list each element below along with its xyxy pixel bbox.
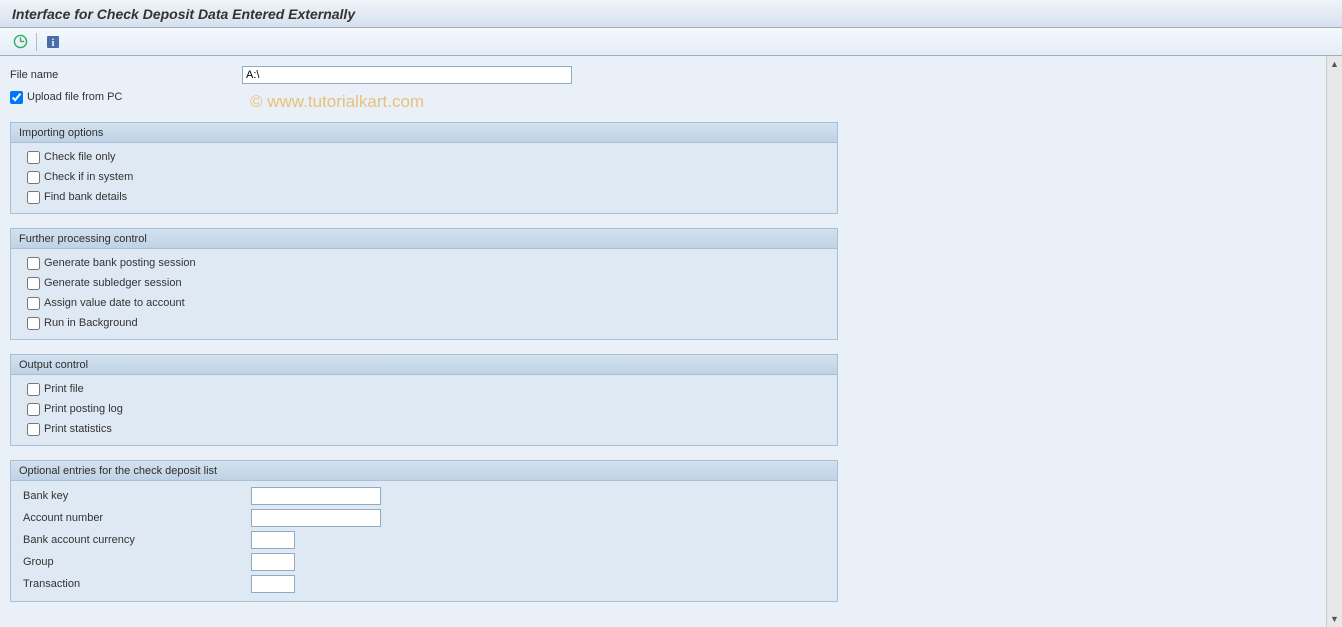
check-row: Print statistics <box>19 419 829 439</box>
group-output-control: Output control Print file Print posting … <box>10 354 838 446</box>
info-icon[interactable]: i <box>45 34 61 50</box>
page-title: Interface for Check Deposit Data Entered… <box>12 6 355 22</box>
check-row: Assign value date to account <box>19 293 829 313</box>
group-optional-entries: Optional entries for the check deposit l… <box>10 460 838 602</box>
toolbar: i <box>0 28 1342 56</box>
upload-from-pc-checkbox[interactable] <box>10 91 23 104</box>
account-number-label: Account number <box>19 512 251 524</box>
svg-text:i: i <box>52 38 55 49</box>
check-file-only-label: Check file only <box>44 151 116 163</box>
group-header-importing: Importing options <box>11 123 837 143</box>
print-statistics-label: Print statistics <box>44 423 112 435</box>
scroll-down-icon[interactable]: ▼ <box>1329 613 1341 625</box>
run-in-background-label: Run in Background <box>44 317 138 329</box>
upload-from-pc-label: Upload file from PC <box>27 91 122 103</box>
check-file-only-checkbox[interactable] <box>27 151 40 164</box>
print-posting-log-checkbox[interactable] <box>27 403 40 416</box>
check-if-in-system-label: Check if in system <box>44 171 133 183</box>
run-in-background-checkbox[interactable] <box>27 317 40 330</box>
bank-account-currency-label: Bank account currency <box>19 534 251 546</box>
group-label: Group <box>19 556 251 568</box>
title-bar: Interface for Check Deposit Data Entered… <box>0 0 1342 28</box>
check-row: Print posting log <box>19 399 829 419</box>
account-number-input[interactable] <box>251 509 381 527</box>
check-row: Check if in system <box>19 167 829 187</box>
group-header-output: Output control <box>11 355 837 375</box>
generate-bank-posting-checkbox[interactable] <box>27 257 40 270</box>
file-name-label: File name <box>10 69 242 81</box>
upload-row: Upload file from PC <box>10 86 1316 108</box>
transaction-label: Transaction <box>19 578 251 590</box>
check-if-in-system-checkbox[interactable] <box>27 171 40 184</box>
generate-subledger-checkbox[interactable] <box>27 277 40 290</box>
print-statistics-checkbox[interactable] <box>27 423 40 436</box>
group-header-further: Further processing control <box>11 229 837 249</box>
field-row: Transaction <box>19 573 829 595</box>
check-row: Find bank details <box>19 187 829 207</box>
print-file-label: Print file <box>44 383 84 395</box>
check-row: Run in Background <box>19 313 829 333</box>
bank-key-label: Bank key <box>19 490 251 502</box>
field-row: Account number <box>19 507 829 529</box>
find-bank-details-checkbox[interactable] <box>27 191 40 204</box>
find-bank-details-label: Find bank details <box>44 191 127 203</box>
generate-subledger-label: Generate subledger session <box>44 277 182 289</box>
check-row: Check file only <box>19 147 829 167</box>
assign-value-date-checkbox[interactable] <box>27 297 40 310</box>
scroll-up-icon[interactable]: ▲ <box>1329 58 1341 70</box>
toolbar-divider <box>36 33 37 51</box>
vertical-scrollbar[interactable]: ▲ ▼ <box>1326 56 1342 627</box>
generate-bank-posting-label: Generate bank posting session <box>44 257 196 269</box>
group-input[interactable] <box>251 553 295 571</box>
field-row: Group <box>19 551 829 573</box>
group-importing-options: Importing options Check file only Check … <box>10 122 838 214</box>
group-header-optional: Optional entries for the check deposit l… <box>11 461 837 481</box>
content-area: © www.tutorialkart.com File name Upload … <box>0 56 1326 627</box>
field-row: Bank account currency <box>19 529 829 551</box>
file-name-input[interactable] <box>242 66 572 84</box>
print-file-checkbox[interactable] <box>27 383 40 396</box>
check-row: Print file <box>19 379 829 399</box>
check-row: Generate bank posting session <box>19 253 829 273</box>
check-row: Generate subledger session <box>19 273 829 293</box>
execute-icon[interactable] <box>12 34 28 50</box>
print-posting-log-label: Print posting log <box>44 403 123 415</box>
bank-key-input[interactable] <box>251 487 381 505</box>
file-name-row: File name <box>10 64 1316 86</box>
transaction-input[interactable] <box>251 575 295 593</box>
assign-value-date-label: Assign value date to account <box>44 297 185 309</box>
bank-account-currency-input[interactable] <box>251 531 295 549</box>
field-row: Bank key <box>19 485 829 507</box>
group-further-processing: Further processing control Generate bank… <box>10 228 838 340</box>
